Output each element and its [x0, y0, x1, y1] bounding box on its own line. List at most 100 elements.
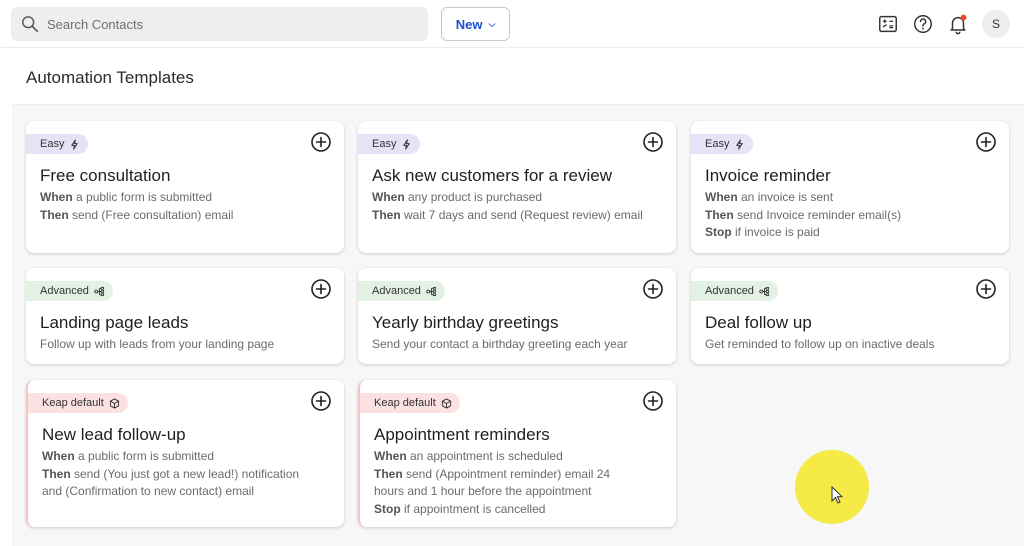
- quick-action-icon[interactable]: [876, 12, 900, 36]
- description-line: Get reminded to follow up on inactive de…: [705, 336, 934, 354]
- top-bar: New ⌵ S: [0, 0, 1024, 48]
- description-line: Send your contact a birthday greeting ea…: [372, 336, 628, 354]
- add-template-button[interactable]: [975, 131, 997, 153]
- cube-icon: [441, 397, 451, 409]
- add-template-button[interactable]: [975, 278, 997, 300]
- lightning-icon: [736, 138, 744, 150]
- difficulty-badge: Easy: [691, 134, 754, 154]
- template-card-landing-page-leads[interactable]: Advanced Landing page leads Follow up with…: [26, 268, 344, 364]
- difficulty-badge: Advanced: [691, 281, 778, 301]
- description-text: any product is purchased: [404, 190, 543, 204]
- difficulty-badge: Advanced: [26, 281, 113, 301]
- keyword: Stop: [705, 225, 732, 239]
- description-text: send (Free consultation) email: [68, 207, 234, 222]
- card-title: Yearly birthday greetings: [372, 313, 559, 332]
- lightning-icon: [403, 138, 411, 150]
- description-text: an invoice is sent: [737, 190, 834, 204]
- keyword: Then: [42, 466, 71, 481]
- add-template-button[interactable]: [642, 131, 664, 153]
- card-description: Get reminded to follow up on inactive de…: [705, 336, 934, 354]
- badge-label: Advanced: [372, 285, 421, 297]
- keyword: When: [372, 190, 405, 204]
- workflow-icon: [94, 286, 104, 296]
- search-icon: [22, 16, 39, 33]
- card-title: Invoice reminder: [705, 166, 831, 185]
- card-description: When any product is purchased Then wait 7…: [372, 189, 643, 224]
- difficulty-badge: Keap default: [360, 393, 460, 413]
- keyword: When: [42, 449, 75, 463]
- description-line: Then send (You just got a new lead!) not…: [42, 466, 299, 484]
- keyword: When: [705, 190, 738, 204]
- description-line: When any product is purchased: [372, 189, 643, 207]
- badge-label: Easy: [372, 138, 397, 150]
- template-card-invoice-reminder[interactable]: Easy Invoice reminder When an invoice is s…: [691, 121, 1009, 253]
- page-header: Automation Templates: [12, 49, 1024, 105]
- card-description: When an invoice is sent Then send Invoice…: [705, 189, 901, 242]
- notification-bell-icon[interactable]: [946, 12, 970, 36]
- difficulty-badge: Keap default: [28, 393, 128, 413]
- avatar-initial: S: [991, 17, 1000, 31]
- workflow-icon: [759, 286, 769, 296]
- card-title: New lead follow-up: [42, 425, 186, 444]
- keyword: Then: [40, 207, 69, 222]
- card-description: When a public form is submitted Then send…: [42, 448, 299, 501]
- add-template-button[interactable]: [310, 390, 332, 412]
- avatar[interactable]: S: [982, 10, 1010, 38]
- template-card-ask-review[interactable]: Easy Ask new customers for a review When a…: [358, 121, 676, 253]
- description-text: a public form is submitted: [72, 190, 213, 204]
- description-line: Follow up with leads from your landing p…: [40, 336, 274, 354]
- description-line: Stop if invoice is paid: [705, 224, 901, 242]
- description-text: if invoice is paid: [731, 225, 820, 239]
- description-text: Get reminded to follow up on inactive de…: [705, 337, 935, 351]
- keyword: Then: [705, 207, 734, 222]
- description-text: a public form is submitted: [74, 449, 215, 463]
- description-text: Follow up with leads from your landing p…: [40, 337, 275, 351]
- add-template-button[interactable]: [642, 278, 664, 300]
- keyword: Then: [372, 207, 401, 222]
- description-text: and (Confirmation to new contact) email: [42, 484, 255, 498]
- search-input[interactable]: [47, 16, 407, 32]
- template-card-free-consultation[interactable]: Easy Free consultation When a public form …: [26, 121, 344, 253]
- badge-label: Keap default: [374, 397, 436, 409]
- add-template-button[interactable]: [642, 390, 664, 412]
- description-text: Send your contact a birthday greeting ea…: [372, 337, 628, 351]
- description-text: send Invoice reminder email(s): [733, 207, 902, 222]
- chevron-down-icon: ⌵: [488, 18, 496, 29]
- add-template-button[interactable]: [310, 131, 332, 153]
- description-line: When an appointment is scheduled: [374, 448, 610, 466]
- card-description: When a public form is submitted Then send…: [40, 189, 233, 224]
- search-box[interactable]: [11, 7, 428, 41]
- cube-icon: [109, 397, 119, 409]
- lightning-icon: [71, 138, 79, 150]
- template-card-new-lead-follow-up[interactable]: Keap default New lead follow-up When a pub…: [26, 380, 344, 527]
- template-card-deal-follow-up[interactable]: Advanced Deal follow up Get reminded to fo…: [691, 268, 1009, 364]
- description-line: Then send Invoice reminder email(s): [705, 207, 901, 225]
- difficulty-badge: Easy: [358, 134, 421, 154]
- description-line: Then wait 7 days and send (Request revie…: [372, 207, 643, 225]
- description-text: send (Appointment reminder) email 24: [402, 466, 611, 481]
- description-line: When an invoice is sent: [705, 189, 901, 207]
- card-title: Appointment reminders: [374, 425, 550, 444]
- description-line: When a public form is submitted: [40, 189, 233, 207]
- keyword: Stop: [374, 501, 401, 516]
- description-text: hours and 1 hour before the appointment: [374, 484, 592, 498]
- add-template-button[interactable]: [310, 278, 332, 300]
- keyword: When: [374, 449, 407, 463]
- badge-label: Easy: [705, 138, 730, 150]
- description-line: Then send (Free consultation) email: [40, 207, 233, 225]
- template-card-appointment-reminders[interactable]: Keap default Appointment reminders When an…: [358, 380, 676, 527]
- new-button[interactable]: New ⌵: [441, 7, 510, 41]
- card-description: When an appointment is scheduled Then sen…: [374, 448, 610, 518]
- workflow-icon: [426, 286, 436, 296]
- badge-label: Advanced: [705, 285, 754, 297]
- template-card-birthday-greetings[interactable]: Advanced Yearly birthday greetings Send yo…: [358, 268, 676, 364]
- main-content: Automation Templates Easy Free consultati…: [12, 49, 1024, 546]
- description-text: wait 7 days and send (Request review) em…: [400, 207, 643, 222]
- keyword: Then: [374, 466, 403, 481]
- description-line: and (Confirmation to new contact) email: [42, 483, 299, 501]
- help-icon[interactable]: [911, 12, 935, 36]
- difficulty-badge: Advanced: [358, 281, 445, 301]
- badge-label: Easy: [40, 138, 65, 150]
- card-title: Landing page leads: [40, 313, 189, 332]
- mouse-cursor-icon: [831, 486, 843, 504]
